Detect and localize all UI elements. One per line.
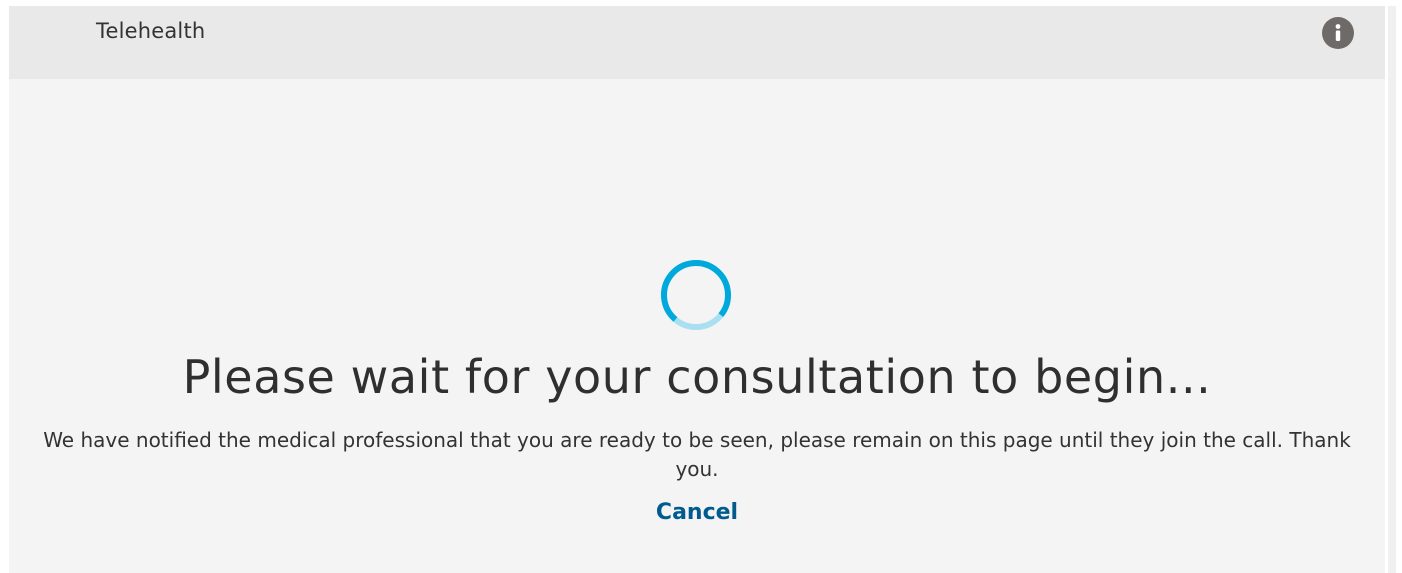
app-header: Telehealth — [9, 6, 1385, 79]
telehealth-app: Telehealth Please wait for your consulta… — [9, 6, 1385, 573]
browser-viewport: Telehealth Please wait for your consulta… — [0, 0, 1402, 573]
scrollbar-track[interactable] — [1388, 6, 1396, 573]
waiting-headline: Please wait for your consultation to beg… — [182, 350, 1212, 404]
waiting-message: We have notified the medical professiona… — [43, 428, 1351, 481]
cancel-link[interactable]: Cancel — [656, 500, 738, 525]
cancel-link-row: Cancel — [9, 500, 1385, 525]
info-button[interactable] — [1322, 17, 1354, 49]
loading-spinner-icon — [660, 260, 731, 330]
app-title: Telehealth — [96, 19, 206, 43]
info-icon — [1335, 24, 1341, 41]
